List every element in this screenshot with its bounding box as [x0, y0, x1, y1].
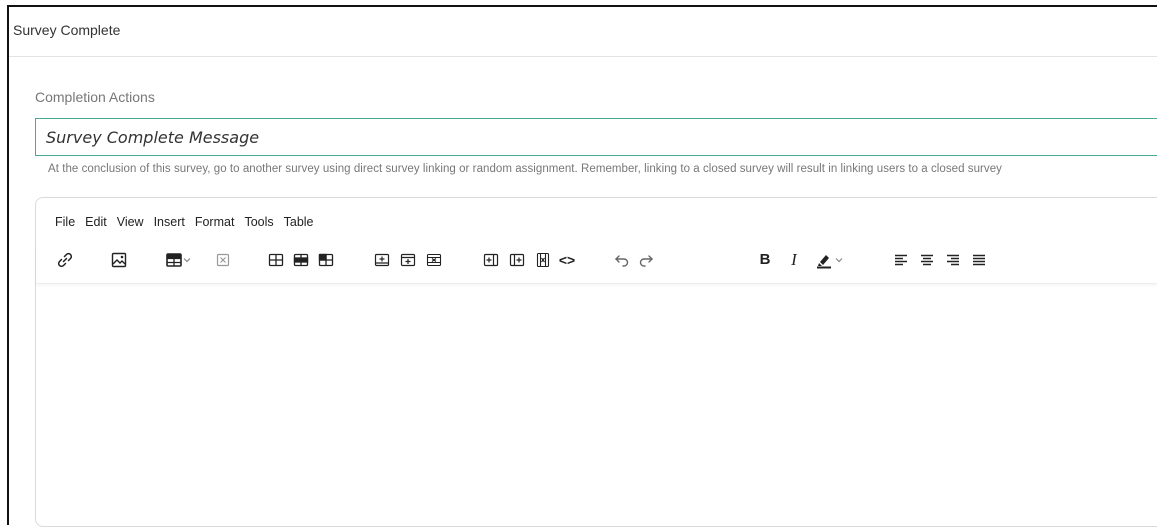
insert-row-before-icon[interactable]	[371, 249, 393, 271]
table-dropdown-icon[interactable]	[180, 249, 194, 271]
align-left-icon[interactable]	[890, 249, 912, 271]
delete-row-icon[interactable]	[423, 249, 445, 271]
editor-content-area[interactable]	[36, 284, 1157, 526]
align-right-icon[interactable]	[942, 249, 964, 271]
insert-column-after-icon[interactable]	[506, 249, 528, 271]
link-icon[interactable]	[54, 249, 76, 271]
rich-text-editor: File Edit View Insert Format Tools Table	[35, 197, 1157, 527]
italic-icon[interactable]: I	[783, 249, 805, 271]
delete-column-icon[interactable]	[532, 249, 554, 271]
title-divider	[9, 56, 1157, 57]
table-properties-icon[interactable]	[265, 249, 287, 271]
redo-icon[interactable]	[635, 249, 657, 271]
image-icon[interactable]	[108, 249, 130, 271]
menu-insert[interactable]: Insert	[149, 214, 190, 230]
align-center-icon[interactable]	[916, 249, 938, 271]
menu-table[interactable]: Table	[279, 214, 319, 230]
undo-icon[interactable]	[611, 249, 633, 271]
source-code-icon[interactable]: <>	[556, 249, 578, 271]
insert-row-after-icon[interactable]	[397, 249, 419, 271]
row-properties-icon[interactable]	[290, 249, 312, 271]
cell-properties-icon[interactable]	[315, 249, 337, 271]
menu-tools[interactable]: Tools	[239, 214, 278, 230]
menu-file[interactable]: File	[55, 214, 80, 230]
survey-complete-message-input[interactable]	[35, 118, 1157, 156]
highlight-dropdown-icon[interactable]	[832, 249, 846, 271]
menu-format[interactable]: Format	[190, 214, 240, 230]
insert-column-before-icon[interactable]	[480, 249, 502, 271]
bold-icon[interactable]: B	[754, 249, 776, 271]
panel-title: Survey Complete	[13, 22, 121, 38]
delete-table-icon[interactable]	[212, 249, 234, 271]
justify-icon[interactable]	[968, 249, 990, 271]
editor-toolbar: <> B I	[36, 243, 1157, 284]
completion-actions-label: Completion Actions	[35, 89, 155, 105]
completion-help-text: At the conclusion of this survey, go to …	[48, 163, 1002, 175]
editor-menubar: File Edit View Insert Format Tools Table	[55, 214, 319, 230]
menu-view[interactable]: View	[112, 214, 149, 230]
menu-edit[interactable]: Edit	[80, 214, 112, 230]
